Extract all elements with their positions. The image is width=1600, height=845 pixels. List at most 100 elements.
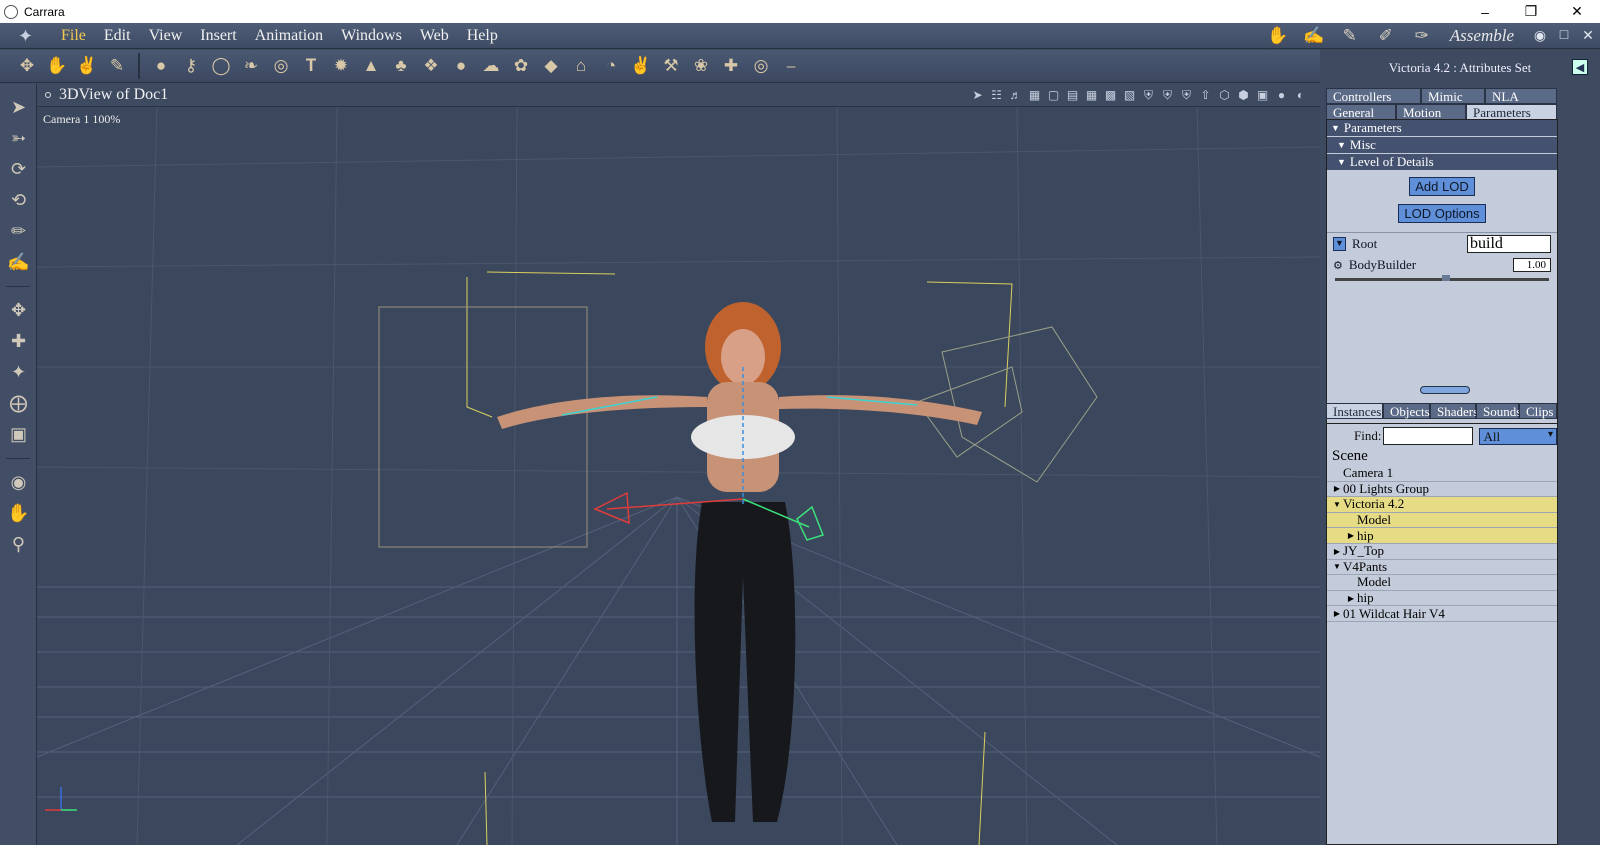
pan-hand-icon[interactable]: ✋ bbox=[0, 498, 37, 529]
menu-animation[interactable]: Animation bbox=[246, 27, 332, 45]
plant-icon[interactable]: ✿ bbox=[508, 53, 534, 79]
move-yz-icon[interactable]: ✦ bbox=[0, 357, 37, 388]
scene-tree-item[interactable]: Model bbox=[1327, 512, 1557, 529]
menu-web[interactable]: Web bbox=[411, 27, 458, 45]
wand-tool-icon[interactable]: ✥ bbox=[14, 53, 40, 79]
scene-tree-item[interactable]: ▼ Victoria 4.2 bbox=[1327, 496, 1557, 513]
rotate-icon[interactable]: ⟳ bbox=[0, 154, 37, 185]
eye-icon[interactable]: ◉ bbox=[1528, 28, 1552, 45]
shield-a-icon[interactable]: ⛨ bbox=[1139, 86, 1158, 104]
expand-triangle-icon[interactable]: ▶ bbox=[1331, 547, 1343, 556]
menu-file[interactable]: File bbox=[52, 27, 95, 45]
view-levels-icon[interactable]: ☷ bbox=[987, 86, 1006, 104]
layout-three-icon[interactable]: ▦ bbox=[1082, 86, 1101, 104]
globe-icon[interactable]: ◯ bbox=[208, 53, 234, 79]
texture-room-icon[interactable]: ✐ bbox=[1372, 26, 1400, 46]
expand-triangle-icon[interactable]: ▶ bbox=[1331, 609, 1343, 618]
sphere-icon[interactable]: ● bbox=[148, 53, 174, 79]
view-grid-icon[interactable]: ▦ bbox=[1025, 86, 1044, 104]
agr-icon[interactable]: ◆ bbox=[538, 53, 564, 79]
bodybuilder-value-field[interactable]: 1.00 bbox=[1513, 258, 1551, 272]
tree-icon[interactable]: ♣ bbox=[388, 53, 414, 79]
wireframe-icon[interactable]: ⬡ bbox=[1215, 86, 1234, 104]
minimize-icon[interactable]: – bbox=[1462, 0, 1508, 23]
goblet-icon[interactable]: ⚷ bbox=[178, 53, 204, 79]
hand-object-icon[interactable]: ✌ bbox=[628, 53, 654, 79]
render-room-icon[interactable]: ✑ bbox=[1408, 26, 1436, 46]
doc-minimize-icon[interactable]: □ bbox=[1552, 28, 1576, 44]
torus-icon[interactable]: ◎ bbox=[268, 53, 294, 79]
viewport-menu-icon[interactable] bbox=[45, 92, 51, 98]
menu-help[interactable]: Help bbox=[458, 27, 507, 45]
paint-tool-icon[interactable]: ✎ bbox=[104, 53, 130, 79]
find-input[interactable] bbox=[1383, 427, 1474, 445]
spline-icon[interactable]: ❧ bbox=[238, 53, 264, 79]
scene-tree-item[interactable]: Model bbox=[1327, 574, 1557, 591]
restore-icon[interactable]: ❐ bbox=[1508, 0, 1554, 23]
panel-collapse-icon[interactable]: ◀ bbox=[1572, 59, 1588, 75]
menu-view[interactable]: View bbox=[140, 27, 192, 45]
pencil-icon[interactable]: ✏ bbox=[0, 216, 37, 247]
bend-icon[interactable]: ⟲ bbox=[0, 185, 37, 216]
root-dropdown-icon[interactable]: ▼ bbox=[1333, 236, 1346, 251]
tab-controllers[interactable]: Controllers bbox=[1326, 88, 1421, 104]
lod-options-button[interactable]: LOD Options bbox=[1398, 204, 1486, 223]
terrain-icon[interactable]: ▲ bbox=[358, 53, 384, 79]
menu-edit[interactable]: Edit bbox=[95, 27, 140, 45]
section-lod[interactable]: ▼ Level of Details bbox=[1327, 154, 1557, 171]
box-icon[interactable]: ▣ bbox=[0, 419, 37, 450]
hammer-icon[interactable]: ⚒ bbox=[658, 53, 684, 79]
target-icon[interactable]: ◎ bbox=[748, 53, 774, 79]
gear-icon[interactable]: ✹ bbox=[328, 53, 354, 79]
scene-tree-item[interactable]: ▼ V4Pants bbox=[1327, 559, 1557, 576]
scene-tree-item[interactable]: ▶ JY_Top bbox=[1327, 543, 1557, 560]
ufo-icon[interactable]: ❖ bbox=[418, 53, 444, 79]
direct-select-icon[interactable]: ➳ bbox=[0, 123, 37, 154]
pose-tool-icon[interactable]: ✌ bbox=[74, 53, 100, 79]
scene-tree-item[interactable]: ▶ 00 Lights Group bbox=[1327, 481, 1557, 498]
bounding-icon[interactable]: ⇧ bbox=[1196, 86, 1215, 104]
scene-tree-item[interactable]: Camera 1 bbox=[1327, 465, 1557, 482]
layout-single-icon[interactable]: ▢ bbox=[1044, 86, 1063, 104]
layout-four-icon[interactable]: ▩ bbox=[1101, 86, 1120, 104]
shield-c-icon[interactable]: ⛨ bbox=[1177, 86, 1196, 104]
tab-objects[interactable]: Objects bbox=[1383, 403, 1430, 419]
expand-triangle-icon[interactable]: ▶ bbox=[1345, 594, 1357, 603]
bone-icon[interactable]: ⎯ bbox=[778, 53, 804, 79]
expand-triangle-icon[interactable]: ▼ bbox=[1331, 562, 1343, 571]
panel-splitter[interactable] bbox=[1420, 386, 1470, 394]
insect-icon[interactable]: ❀ bbox=[688, 53, 714, 79]
move-xy-icon[interactable]: ✥ bbox=[0, 295, 37, 326]
flat-shade-icon[interactable]: ⬢ bbox=[1234, 86, 1253, 104]
3d-viewport[interactable]: 3DView of Doc1 ➤ ☷ ♬ ▦ ▢ ▤ ▦ ▩ ▧ ⛨ ⛨ ⛨ ⇧… bbox=[37, 84, 1320, 845]
tab-parameters[interactable]: Parameters bbox=[1466, 104, 1557, 120]
tab-instances[interactable]: Instances bbox=[1326, 403, 1383, 419]
scene-tree-item[interactable]: ▶ hip bbox=[1327, 528, 1557, 544]
bodybuilder-slider-thumb[interactable] bbox=[1442, 275, 1450, 281]
box-shade-icon[interactable]: ▣ bbox=[1253, 86, 1272, 104]
eyedropper-icon[interactable]: ✍ bbox=[0, 247, 37, 278]
storyboard-room-icon[interactable]: ✎ bbox=[1336, 26, 1364, 46]
move-tool-icon[interactable]: ✚ bbox=[718, 53, 744, 79]
camera-icon[interactable]: ◉ bbox=[0, 467, 37, 498]
model-room-icon[interactable]: ✍ bbox=[1300, 26, 1328, 46]
tab-clips[interactable]: Clips bbox=[1519, 403, 1557, 419]
assemble-room-icon[interactable]: ✋ bbox=[1264, 26, 1292, 46]
close-icon[interactable]: ✕ bbox=[1554, 0, 1600, 23]
house-icon[interactable]: ⌂ bbox=[568, 53, 594, 79]
scene-tree-item[interactable]: ▶ 01 Wildcat Hair V4 bbox=[1327, 606, 1557, 622]
hand-tool-icon[interactable]: ✋ bbox=[44, 53, 70, 79]
shield-b-icon[interactable]: ⛨ bbox=[1158, 86, 1177, 104]
section-parameters[interactable]: ▼ Parameters bbox=[1327, 120, 1557, 137]
add-lod-button[interactable]: Add LOD bbox=[1409, 177, 1475, 196]
smooth-shade-icon[interactable]: ● bbox=[1272, 86, 1291, 104]
view-walk-icon[interactable]: ♬ bbox=[1006, 86, 1025, 104]
tab-motion[interactable]: Motion bbox=[1396, 104, 1466, 120]
expand-triangle-icon[interactable]: ▶ bbox=[1345, 531, 1357, 540]
bodybuilder-slider[interactable] bbox=[1335, 275, 1549, 281]
move-xz-icon[interactable]: ✚ bbox=[0, 326, 37, 357]
bowl-icon[interactable]: ◔ bbox=[598, 53, 624, 79]
expand-triangle-icon[interactable]: ▶ bbox=[1331, 484, 1343, 493]
text-icon[interactable]: 𝐓 bbox=[298, 53, 324, 79]
expand-triangle-icon[interactable]: ▼ bbox=[1331, 500, 1343, 509]
